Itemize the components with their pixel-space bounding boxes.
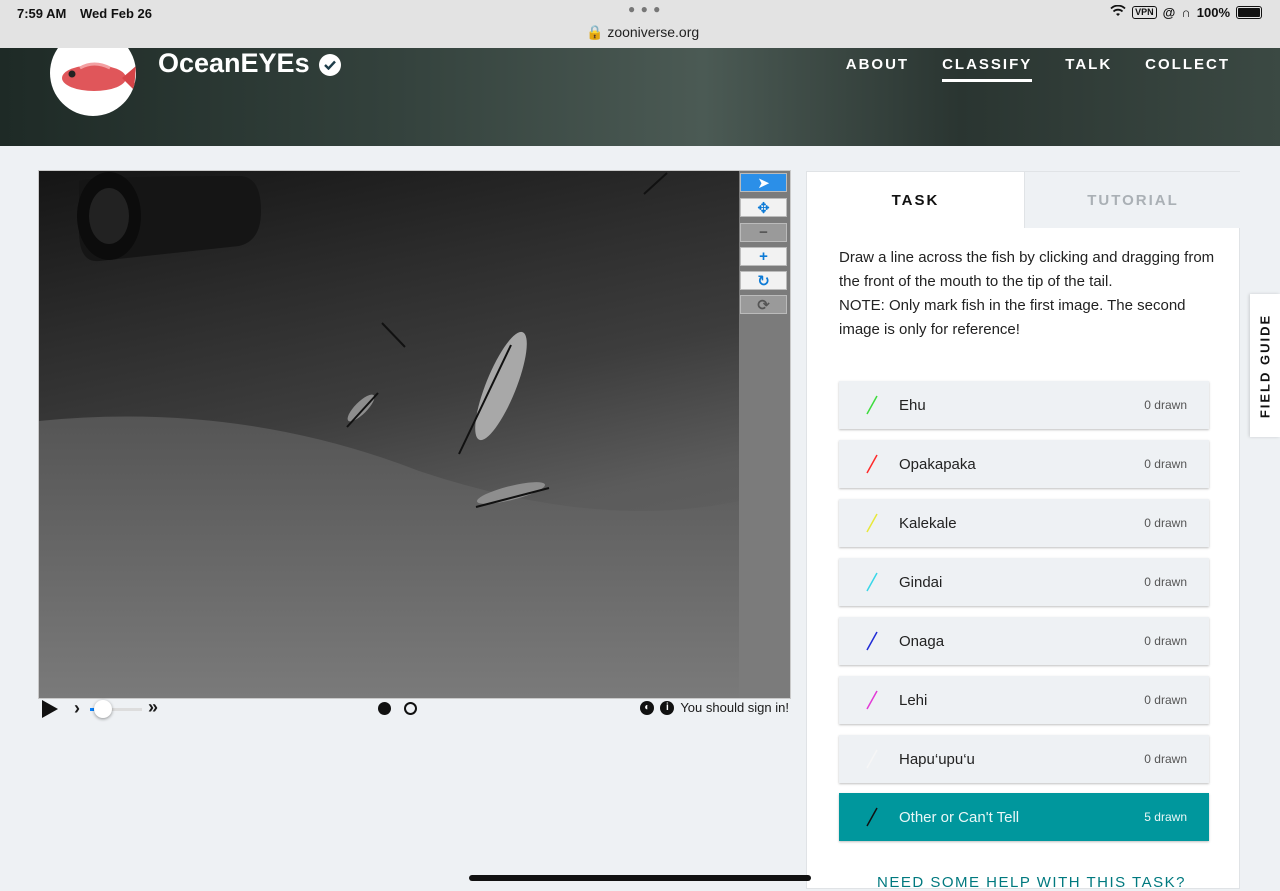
- sign-in-message: You should sign in!: [680, 700, 789, 715]
- tab-tutorial[interactable]: TUTORIAL: [1024, 172, 1241, 228]
- option-kalekale[interactable]: Kalekale 0 drawn: [839, 499, 1209, 547]
- instructions-text: Draw a line across the fish by clicking …: [839, 249, 1215, 290]
- option-count: 0 drawn: [1144, 634, 1187, 648]
- line-tool-icon: [866, 454, 878, 474]
- subject-image[interactable]: [39, 171, 739, 698]
- subject-viewer: ➤ ✥ − + ↻ ⟳: [38, 170, 791, 699]
- frame-1-dot[interactable]: [378, 702, 391, 715]
- option-count: 0 drawn: [1144, 516, 1187, 530]
- status-right-group: VPN @ ∩ 100%: [1110, 4, 1262, 20]
- reset-icon[interactable]: ⟳: [740, 295, 787, 314]
- line-tool-icon: [866, 807, 878, 827]
- field-guide-label: FIELD GUIDE: [1257, 313, 1273, 418]
- more-dots-icon[interactable]: ● ● ●: [628, 2, 661, 16]
- headphones-icon: ∩: [1181, 5, 1191, 20]
- address-bar[interactable]: 🔒 zooniverse.org: [586, 24, 699, 41]
- wifi-icon: [1110, 4, 1126, 20]
- project-avatar[interactable]: [50, 48, 136, 116]
- vpn-badge: VPN: [1132, 6, 1157, 19]
- home-indicator[interactable]: [469, 875, 811, 881]
- ios-status-bar: 7:59 AM Wed Feb 26 ● ● ● 🔒 zooniverse.or…: [0, 0, 1280, 48]
- faster-icon[interactable]: »: [148, 697, 158, 718]
- tab-task[interactable]: TASK: [807, 172, 1024, 228]
- nav-collect[interactable]: COLLECT: [1145, 56, 1230, 82]
- option-label: Onaga: [899, 632, 945, 650]
- url-text: zooniverse.org: [607, 24, 700, 40]
- line-tool-icon: [866, 513, 878, 533]
- option-onaga[interactable]: Onaga 0 drawn: [839, 617, 1209, 665]
- viewer-toolbar: ➤ ✥ − + ↻ ⟳: [739, 171, 790, 698]
- status-time: 7:59 AM: [17, 6, 67, 21]
- nav-about[interactable]: ABOUT: [846, 56, 909, 82]
- option-ehu[interactable]: Ehu 0 drawn: [839, 381, 1209, 429]
- help-link[interactable]: NEED SOME HELP WITH THIS TASK?: [877, 874, 1186, 891]
- rotate-icon[interactable]: ↻: [740, 271, 787, 290]
- option-count: 5 drawn: [1144, 810, 1187, 824]
- option-count: 0 drawn: [1144, 693, 1187, 707]
- option-label: Ehu: [899, 396, 926, 414]
- info-icon[interactable]: i: [660, 700, 675, 715]
- battery-icon: [1236, 6, 1262, 19]
- at-icon: @: [1162, 5, 1176, 20]
- zoom-out-icon[interactable]: −: [740, 223, 787, 242]
- option-count: 0 drawn: [1144, 752, 1187, 766]
- option-label: Gindai: [899, 573, 943, 591]
- option-count: 0 drawn: [1144, 457, 1187, 471]
- option-label: Other or Can't Tell: [899, 808, 1020, 826]
- option-gindai[interactable]: Gindai 0 drawn: [839, 558, 1209, 606]
- status-date: Wed Feb 26: [80, 6, 153, 21]
- option-count: 0 drawn: [1144, 398, 1187, 412]
- lock-icon: 🔒: [586, 24, 604, 40]
- frame-controls: › » ◐ i You should sign in!: [38, 697, 789, 722]
- nav-talk[interactable]: TALK: [1065, 56, 1112, 82]
- move-icon[interactable]: ✥: [740, 198, 787, 217]
- project-nav: ABOUT CLASSIFY TALK COLLECT: [846, 56, 1230, 82]
- battery-percent: 100%: [1196, 5, 1230, 20]
- task-panel: TASK TUTORIAL Draw a line across the fis…: [806, 171, 1241, 891]
- viewer-meta: ◐ i You should sign in!: [640, 700, 789, 715]
- line-tool-icon: [866, 572, 878, 592]
- option-lehi[interactable]: Lehi 0 drawn: [839, 676, 1209, 724]
- zoom-in-icon[interactable]: +: [740, 247, 787, 266]
- verified-check-icon: [319, 54, 341, 76]
- line-tool-icon: [866, 631, 878, 651]
- option-opakapaka[interactable]: Opakapaka 0 drawn: [839, 440, 1209, 488]
- field-guide-tab[interactable]: FIELD GUIDE: [1250, 294, 1280, 437]
- option-label: Opakapaka: [899, 455, 976, 473]
- option-label: Lehi: [899, 691, 928, 709]
- line-tool-icon: [866, 690, 878, 710]
- speed-slider-handle[interactable]: [94, 700, 112, 718]
- contrast-icon[interactable]: ◐: [640, 700, 655, 715]
- pointer-icon[interactable]: ➤: [740, 173, 787, 192]
- project-header: OceanEYEs ABOUT CLASSIFY TALK COLLECT: [0, 48, 1280, 146]
- option-count: 0 drawn: [1144, 575, 1187, 589]
- option-other[interactable]: Other or Can't Tell 5 drawn: [839, 793, 1209, 841]
- line-tool-icon: [866, 749, 878, 769]
- option-label: Kalekale: [899, 514, 957, 532]
- frame-2-dot[interactable]: [404, 702, 417, 715]
- line-tool-icon: [866, 395, 878, 415]
- project-title[interactable]: OceanEYEs: [158, 48, 310, 79]
- task-instructions: Draw a line across the fish by clicking …: [839, 246, 1219, 342]
- instructions-note: NOTE: Only mark fish in the first image.…: [839, 297, 1186, 338]
- play-icon[interactable]: [42, 700, 58, 718]
- nav-classify[interactable]: CLASSIFY: [942, 56, 1033, 82]
- option-hapuupuu[interactable]: Hapu‘upu‘u 0 drawn: [839, 735, 1209, 783]
- slower-icon[interactable]: ›: [74, 698, 80, 719]
- option-label: Hapu‘upu‘u: [899, 750, 975, 768]
